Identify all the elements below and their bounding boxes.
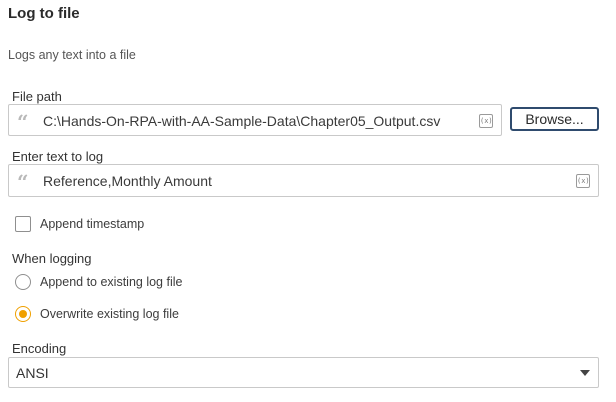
chevron-down-icon[interactable]	[580, 370, 590, 376]
encoding-select[interactable]: ANSI	[8, 357, 599, 388]
encoding-selected-value: ANSI	[16, 365, 49, 381]
text-to-log-value[interactable]: Reference,Monthly Amount	[43, 173, 212, 189]
variable-icon[interactable]: (x)	[479, 114, 493, 128]
browse-button[interactable]: Browse...	[510, 107, 599, 131]
radio-append-existing[interactable]	[15, 274, 31, 290]
variable-icon[interactable]: (x)	[576, 174, 590, 188]
radio-append-existing-label[interactable]: Append to existing log file	[40, 275, 182, 289]
encoding-label: Encoding	[12, 341, 67, 356]
text-to-log-label: Enter text to log	[12, 149, 104, 164]
file-path-value[interactable]: C:\Hands-On-RPA-with-AA-Sample-Data\Chap…	[43, 113, 440, 129]
quote-icon: “	[17, 110, 28, 134]
radio-overwrite-existing[interactable]	[15, 306, 31, 322]
file-path-label: File path	[12, 89, 62, 104]
file-path-field[interactable]: “ C:\Hands-On-RPA-with-AA-Sample-Data\Ch…	[8, 104, 502, 136]
radio-overwrite-existing-label[interactable]: Overwrite existing log file	[40, 307, 179, 321]
append-timestamp-label[interactable]: Append timestamp	[40, 217, 144, 231]
panel-title: Log to file	[8, 5, 80, 22]
when-logging-label: When logging	[12, 251, 92, 266]
text-to-log-field[interactable]: “ Reference,Monthly Amount (x)	[8, 164, 599, 197]
append-timestamp-checkbox[interactable]	[15, 216, 31, 232]
quote-icon: “	[17, 170, 28, 194]
panel-description: Logs any text into a file	[8, 48, 136, 62]
